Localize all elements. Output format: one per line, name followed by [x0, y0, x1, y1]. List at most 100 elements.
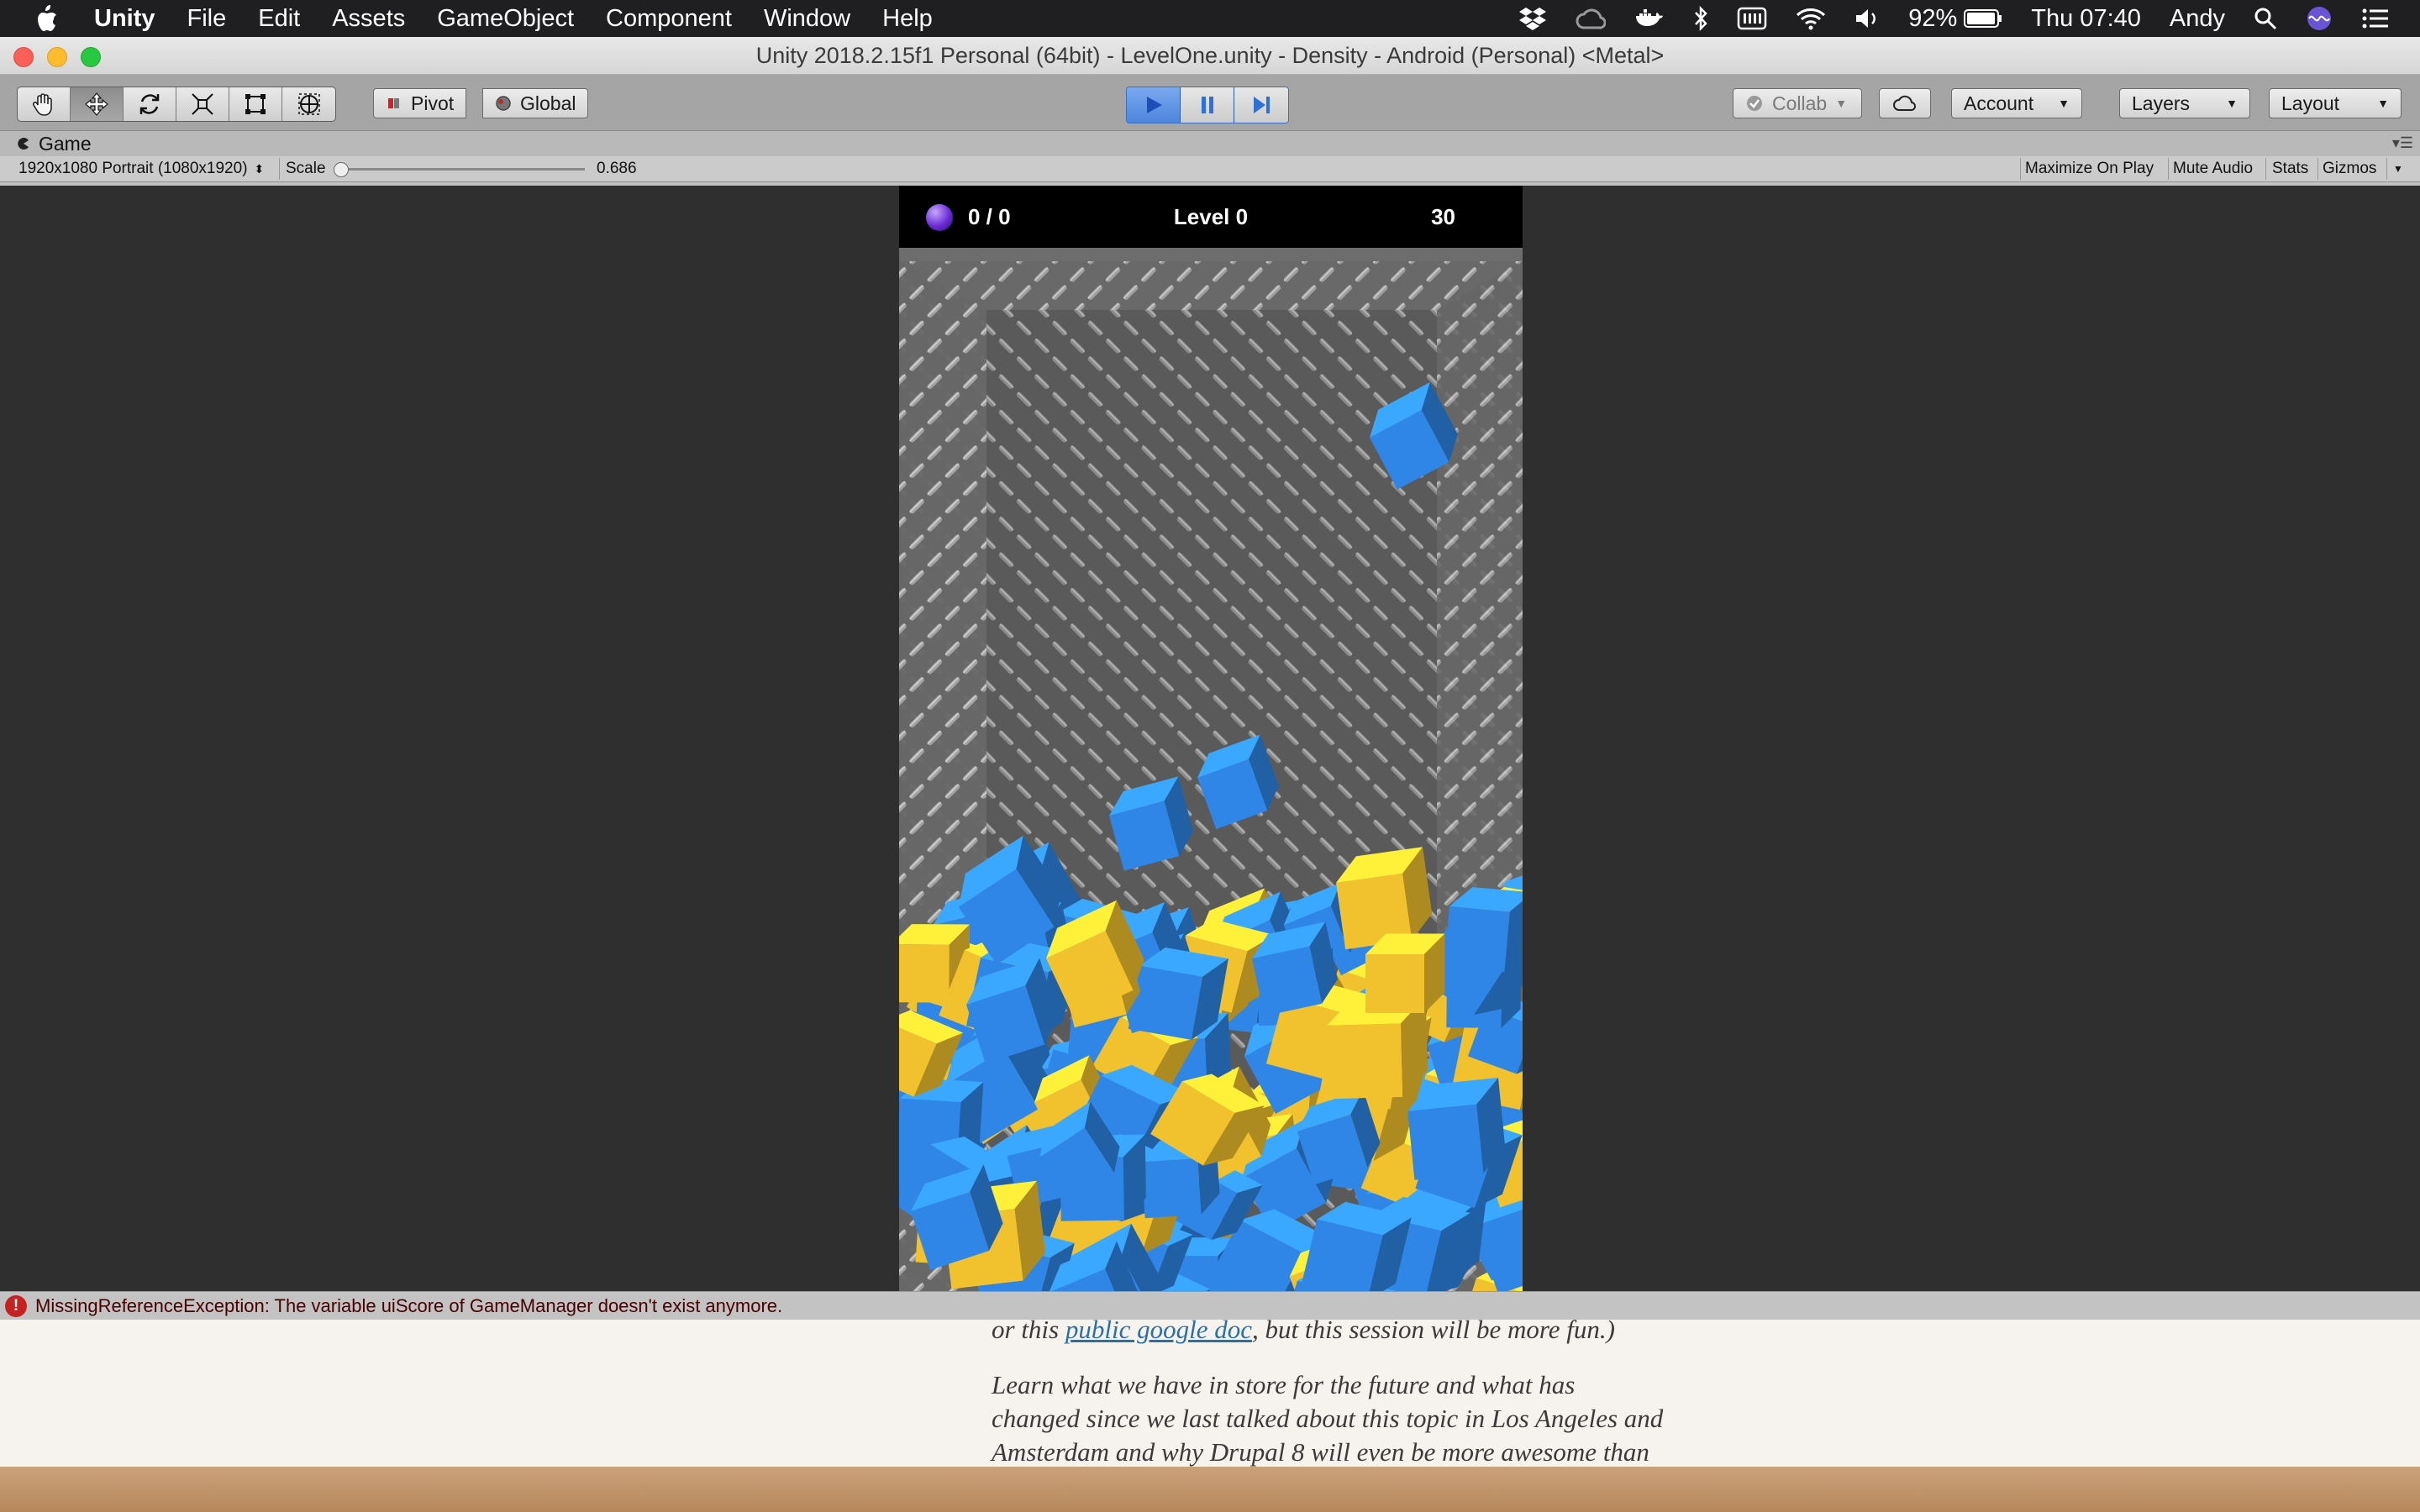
play-icon	[1146, 97, 1162, 113]
desktop-background	[0, 1467, 2420, 1512]
clock[interactable]: Thu 07:40	[2031, 5, 2141, 33]
browser-text-line-2: Learn what we have in store for the futu…	[992, 1370, 1576, 1399]
play-button[interactable]	[1127, 87, 1181, 123]
game-scene	[899, 248, 1523, 1291]
account-label: Account	[1964, 92, 2034, 114]
pause-button[interactable]	[1181, 87, 1234, 123]
wifi-icon[interactable]	[1796, 7, 1826, 30]
game-render-canvas[interactable]: 0 / 0 Level 0 30	[899, 186, 1523, 1291]
stats-toggle[interactable]: Stats	[2272, 156, 2308, 181]
resolution-dropdown[interactable]: 1920x1080 Portrait (1080x1920) ⬍	[18, 156, 264, 181]
scale-icon	[192, 93, 213, 115]
user-name[interactable]: Andy	[2170, 5, 2225, 33]
panel-menu-icon[interactable]: ▾☰	[2392, 134, 2413, 152]
dropbox-icon[interactable]	[1518, 6, 1547, 31]
game-hud: 0 / 0 Level 0 30	[899, 186, 1523, 248]
menu-app-unity[interactable]: Unity	[94, 5, 155, 33]
menu-window[interactable]: Window	[764, 5, 850, 33]
macos-menu-bar: Unity File Edit Assets GameObject Compon…	[0, 0, 2420, 37]
battery-icon	[1964, 9, 2002, 28]
pivot-icon	[388, 98, 399, 108]
game-view: 0 / 0 Level 0 30	[0, 186, 2420, 1291]
window-title: Unity 2018.2.15f1 Personal (64bit) - Lev…	[755, 42, 1665, 68]
notification-center-icon[interactable]	[2361, 7, 2390, 30]
pacman-icon	[18, 138, 29, 150]
console-message: MissingReferenceException: The variable …	[35, 1295, 783, 1316]
zoom-button[interactable]	[81, 47, 101, 67]
gizmos-toggle[interactable]: Gizmos	[2323, 156, 2376, 181]
apple-icon[interactable]	[34, 3, 64, 34]
unity-toolbar: Pivot Global Collab ▼ Account ▼ Layers ▼…	[0, 75, 2420, 131]
layout-dropdown[interactable]: Layout ▼	[2269, 88, 2402, 118]
global-toggle-button[interactable]: Global	[482, 88, 589, 118]
move-tool-button[interactable]	[71, 87, 124, 121]
cloud-icon	[1893, 95, 1917, 111]
rotate-icon	[139, 94, 160, 114]
chevron-down-icon: ▼	[1835, 97, 1848, 110]
background-browser-page: or this public google doc, but this sess…	[0, 1315, 2420, 1467]
bluetooth-icon[interactable]	[1693, 6, 1708, 31]
rect-tool-button[interactable]	[229, 87, 282, 121]
battery-percent: 92%	[1908, 4, 1958, 32]
menu-help[interactable]: Help	[882, 5, 933, 33]
step-icon	[1254, 97, 1270, 113]
menu-file[interactable]: File	[187, 5, 227, 33]
cloud-button[interactable]	[1879, 88, 1931, 118]
transform-tools	[17, 87, 336, 122]
global-label: Global	[520, 92, 576, 114]
close-button[interactable]	[13, 47, 34, 67]
menu-edit[interactable]: Edit	[258, 5, 300, 33]
layout-label: Layout	[2281, 92, 2340, 114]
minimize-button[interactable]	[47, 47, 67, 67]
battery-status[interactable]: 92%	[1908, 5, 2002, 33]
cube	[1365, 933, 1445, 1013]
hand-tool-button[interactable]	[18, 87, 71, 121]
unity-window: Unity 2018.2.15f1 Personal (64bit) - Lev…	[0, 37, 2420, 1467]
browser-text-line-1: or this public google doc, but this sess…	[992, 1315, 1615, 1345]
public-google-doc-link[interactable]: public google doc	[1065, 1315, 1252, 1344]
game-view-controls: 1920x1080 Portrait (1080x1920) ⬍ Scale 0…	[0, 156, 2420, 182]
step-button[interactable]	[1234, 87, 1288, 123]
transform-tool-button[interactable]	[282, 87, 335, 121]
pause-icon	[1201, 97, 1213, 113]
siri-icon[interactable]	[2306, 5, 2333, 32]
scale-slider-track[interactable]	[336, 168, 585, 171]
browser-text-line-3: changed since we last talked about this …	[992, 1404, 1664, 1433]
layers-label: Layers	[2132, 92, 2191, 114]
globe-icon	[496, 96, 511, 111]
rect-transform-icon	[245, 94, 266, 114]
keyboard-icon[interactable]	[1737, 7, 1767, 30]
menu-gameobject[interactable]: GameObject	[437, 5, 574, 33]
docker-icon[interactable]	[1634, 7, 1665, 30]
hud-level: Level 0	[1173, 204, 1249, 229]
rotate-tool-button[interactable]	[124, 87, 176, 121]
pivot-toggle-button[interactable]: Pivot	[373, 88, 467, 118]
collab-button[interactable]: Collab ▼	[1733, 88, 1862, 118]
tab-game-label: Game	[39, 132, 92, 155]
layers-dropdown[interactable]: Layers ▼	[2119, 88, 2250, 118]
scale-slider-handle[interactable]	[334, 162, 349, 177]
tab-game[interactable]: Game	[0, 131, 108, 156]
menu-assets[interactable]: Assets	[332, 5, 405, 33]
creative-cloud-icon[interactable]	[1576, 8, 1607, 29]
scale-tool-button[interactable]	[176, 87, 229, 121]
window-titlebar[interactable]: Unity 2018.2.15f1 Personal (64bit) - Lev…	[0, 37, 2420, 75]
hand-icon	[32, 93, 52, 116]
mute-audio-toggle[interactable]: Mute Audio	[2173, 156, 2253, 181]
error-icon: !	[5, 1295, 27, 1317]
browser-text-line-4: Amsterdam and why Drupal 8 will even be …	[992, 1437, 1649, 1467]
game-tab-bar: Game ▾☰	[0, 131, 2420, 156]
chevron-down-icon: ▼	[2226, 97, 2238, 110]
maximize-on-play-toggle[interactable]: Maximize On Play	[2025, 156, 2154, 181]
scale-value: 0.686	[597, 160, 637, 177]
menu-component[interactable]: Component	[606, 5, 732, 33]
updown-arrows-icon: ⬍	[254, 161, 265, 176]
spotlight-search-icon[interactable]	[2254, 7, 2277, 30]
gizmos-dropdown-arrow-icon[interactable]: ▼	[2393, 156, 2403, 181]
account-dropdown[interactable]: Account ▼	[1951, 88, 2082, 118]
hud-timer: 30	[1431, 204, 1455, 229]
pivot-label: Pivot	[411, 92, 455, 114]
volume-icon[interactable]	[1854, 7, 1880, 30]
chevron-down-icon: ▼	[2058, 97, 2070, 110]
browser-text-suffix: , but this session will be more fun.)	[1251, 1315, 1615, 1344]
